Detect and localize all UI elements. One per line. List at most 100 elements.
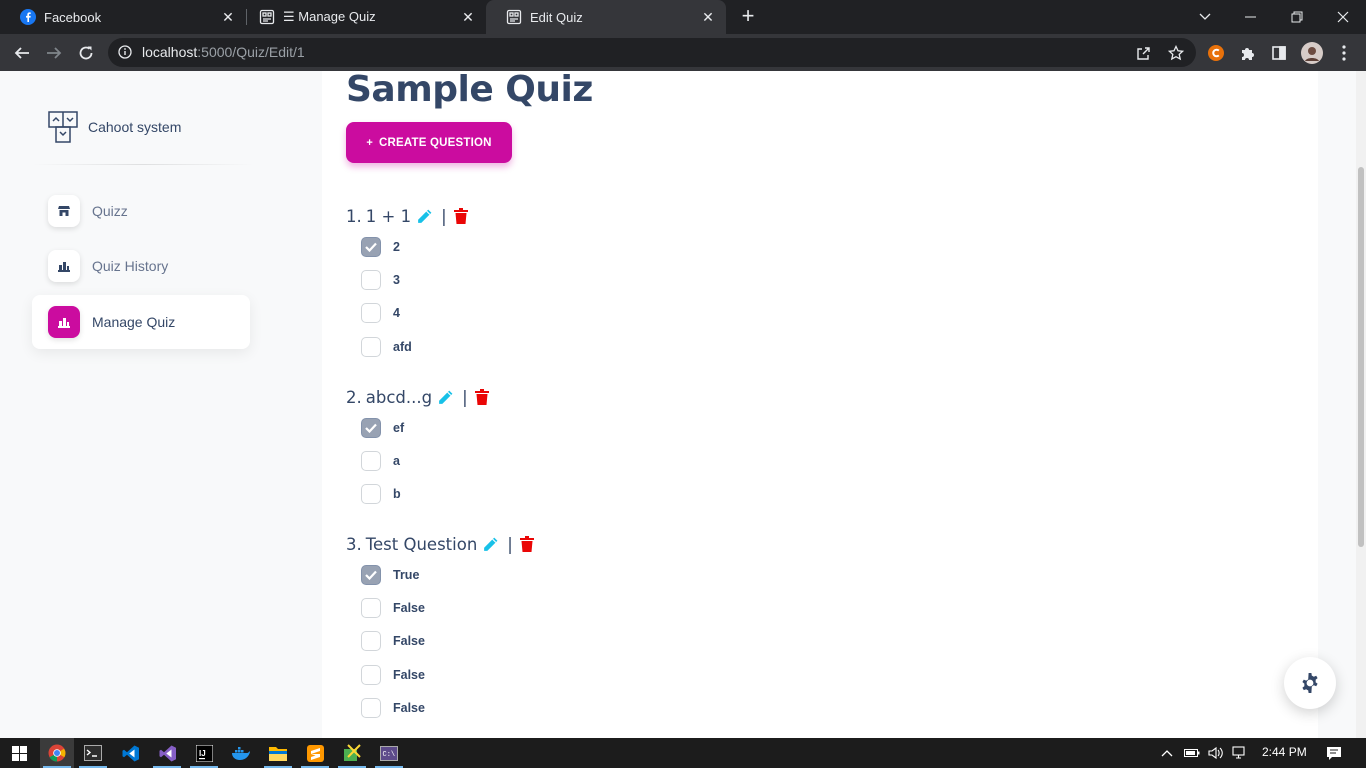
notifications-icon[interactable] [1322,738,1346,768]
facebook-icon [20,9,36,25]
answer-option: False [346,691,535,724]
chart-icon [48,306,80,338]
side-panel-icon[interactable] [1268,42,1290,64]
pencil-icon[interactable] [481,535,499,553]
forward-button[interactable] [41,40,67,66]
chrome-taskbar-icon[interactable] [40,738,74,768]
bookmark-star-icon[interactable] [1165,42,1187,64]
question-1: 1. 1 + 1 | 2 3 4 afd [346,202,469,363]
file-explorer-taskbar-icon[interactable] [261,738,295,768]
trash-icon[interactable] [453,207,469,225]
page-viewport: Cahoot system Quizz Quiz History Manage … [0,71,1366,738]
answer-checkbox[interactable] [361,484,381,505]
reload-button[interactable] [73,40,99,66]
sidebar-item-label: Manage Quiz [92,314,176,330]
answer-checkbox[interactable] [361,236,381,257]
answer-checkbox[interactable] [361,597,381,618]
answer-option: 4 [346,297,469,330]
pencil-icon[interactable] [436,388,454,406]
close-window-button[interactable] [1320,0,1366,34]
question-header: 3. Test Question | [346,530,535,558]
chrome-menu-icon[interactable] [1333,42,1355,64]
extension-c-icon[interactable] [1205,42,1227,64]
question-3: 3. Test Question | True False False Fals… [346,530,535,724]
answer-label: 2 [393,239,400,254]
tab-facebook[interactable]: Facebook ✕ [0,0,246,34]
answer-label: 3 [393,272,400,287]
brand[interactable]: Cahoot system [48,111,181,143]
brand-name: Cahoot system [88,119,182,135]
network-icon[interactable] [1230,738,1250,768]
vscode-taskbar-icon[interactable] [113,738,147,768]
answer-label: ef [393,420,405,435]
answer-option: 2 [346,230,469,263]
close-tab-icon[interactable]: ✕ [458,7,478,27]
volume-icon[interactable] [1206,738,1226,768]
taskbar-clock[interactable]: 2:44 PM [1262,745,1307,759]
close-tab-icon[interactable]: ✕ [218,7,238,27]
visual-studio-taskbar-icon[interactable] [150,738,184,768]
intellij-taskbar-icon[interactable]: IJ [187,738,221,768]
answer-checkbox[interactable] [361,269,381,290]
settings-button[interactable] [1284,657,1336,709]
answer-label: 4 [393,306,400,321]
answer-checkbox[interactable] [361,417,381,438]
url-path: :5000/Quiz/Edit/1 [197,44,305,60]
svg-text:IJ: IJ [199,749,206,758]
address-bar[interactable]: localhost:5000/Quiz/Edit/1 [108,38,1196,67]
show-hidden-icons-icon[interactable] [1158,738,1176,768]
tab-search-icon[interactable] [1182,0,1228,34]
restore-button[interactable] [1274,0,1320,34]
trash-icon[interactable] [474,388,490,406]
share-icon[interactable] [1133,42,1155,64]
sidebar-item-quizz[interactable]: Quizz [32,184,250,238]
info-icon[interactable] [118,45,132,64]
close-tab-icon[interactable]: ✕ [698,7,718,27]
cmd-taskbar-icon[interactable]: C:\ [372,738,406,768]
answer-checkbox[interactable] [361,450,381,471]
new-tab-button[interactable]: + [737,5,759,28]
tab-edit-quiz[interactable]: Edit Quiz ✕ [486,0,726,34]
answer-option: True [346,558,535,591]
sidebar-item-manage-quiz[interactable]: Manage Quiz [32,295,250,349]
url-host: localhost [142,44,198,60]
answer-checkbox[interactable] [361,336,381,357]
sublime-taskbar-icon[interactable] [298,738,332,768]
answer-checkbox[interactable] [361,564,381,585]
app-favicon-icon [259,9,275,25]
windows-start-icon[interactable] [2,738,36,768]
answer-label: True [393,567,420,582]
answer-checkbox[interactable] [361,697,381,718]
answer-option: False [346,591,535,624]
pencil-icon[interactable] [415,207,433,225]
create-question-button[interactable]: + CREATE QUESTION [346,122,512,163]
terminal-taskbar-icon[interactable] [76,738,110,768]
snipping-tool-taskbar-icon[interactable] [335,738,369,768]
trash-icon[interactable] [519,535,535,553]
browser-toolbar: localhost:5000/Quiz/Edit/1 [0,34,1366,71]
docker-taskbar-icon[interactable] [224,738,258,768]
app-favicon-icon [506,9,522,25]
svg-text:C:\: C:\ [383,751,396,759]
separator: | [441,206,447,226]
sidebar-item-quiz-history[interactable]: Quiz History [32,239,250,293]
back-button[interactable] [9,40,35,66]
answer-checkbox[interactable] [361,631,381,652]
question-header: 2. abcd...g | [346,383,490,411]
minimize-button[interactable] [1228,0,1274,34]
answer-option: afd [346,330,469,363]
answer-checkbox[interactable] [361,303,381,324]
profile-avatar[interactable] [1301,42,1323,64]
scrollbar-thumb[interactable] [1358,167,1364,547]
answer-option: ef [346,411,490,444]
page-scrollbar[interactable] [1356,71,1366,738]
browser-tab-bar: Facebook ✕ ☰ Manage Quiz ✕ Edit Quiz ✕ + [0,0,1366,34]
question-text: 1 + 1 [365,206,412,226]
extensions-puzzle-icon[interactable] [1237,42,1259,64]
windows-taskbar: IJ C:\ 2:44 PM [0,738,1366,768]
tab-manage-quiz[interactable]: ☰ Manage Quiz ✕ [239,0,486,34]
separator: | [462,387,468,407]
answer-checkbox[interactable] [361,664,381,685]
answer-label: a [393,453,400,468]
battery-icon[interactable] [1182,738,1202,768]
